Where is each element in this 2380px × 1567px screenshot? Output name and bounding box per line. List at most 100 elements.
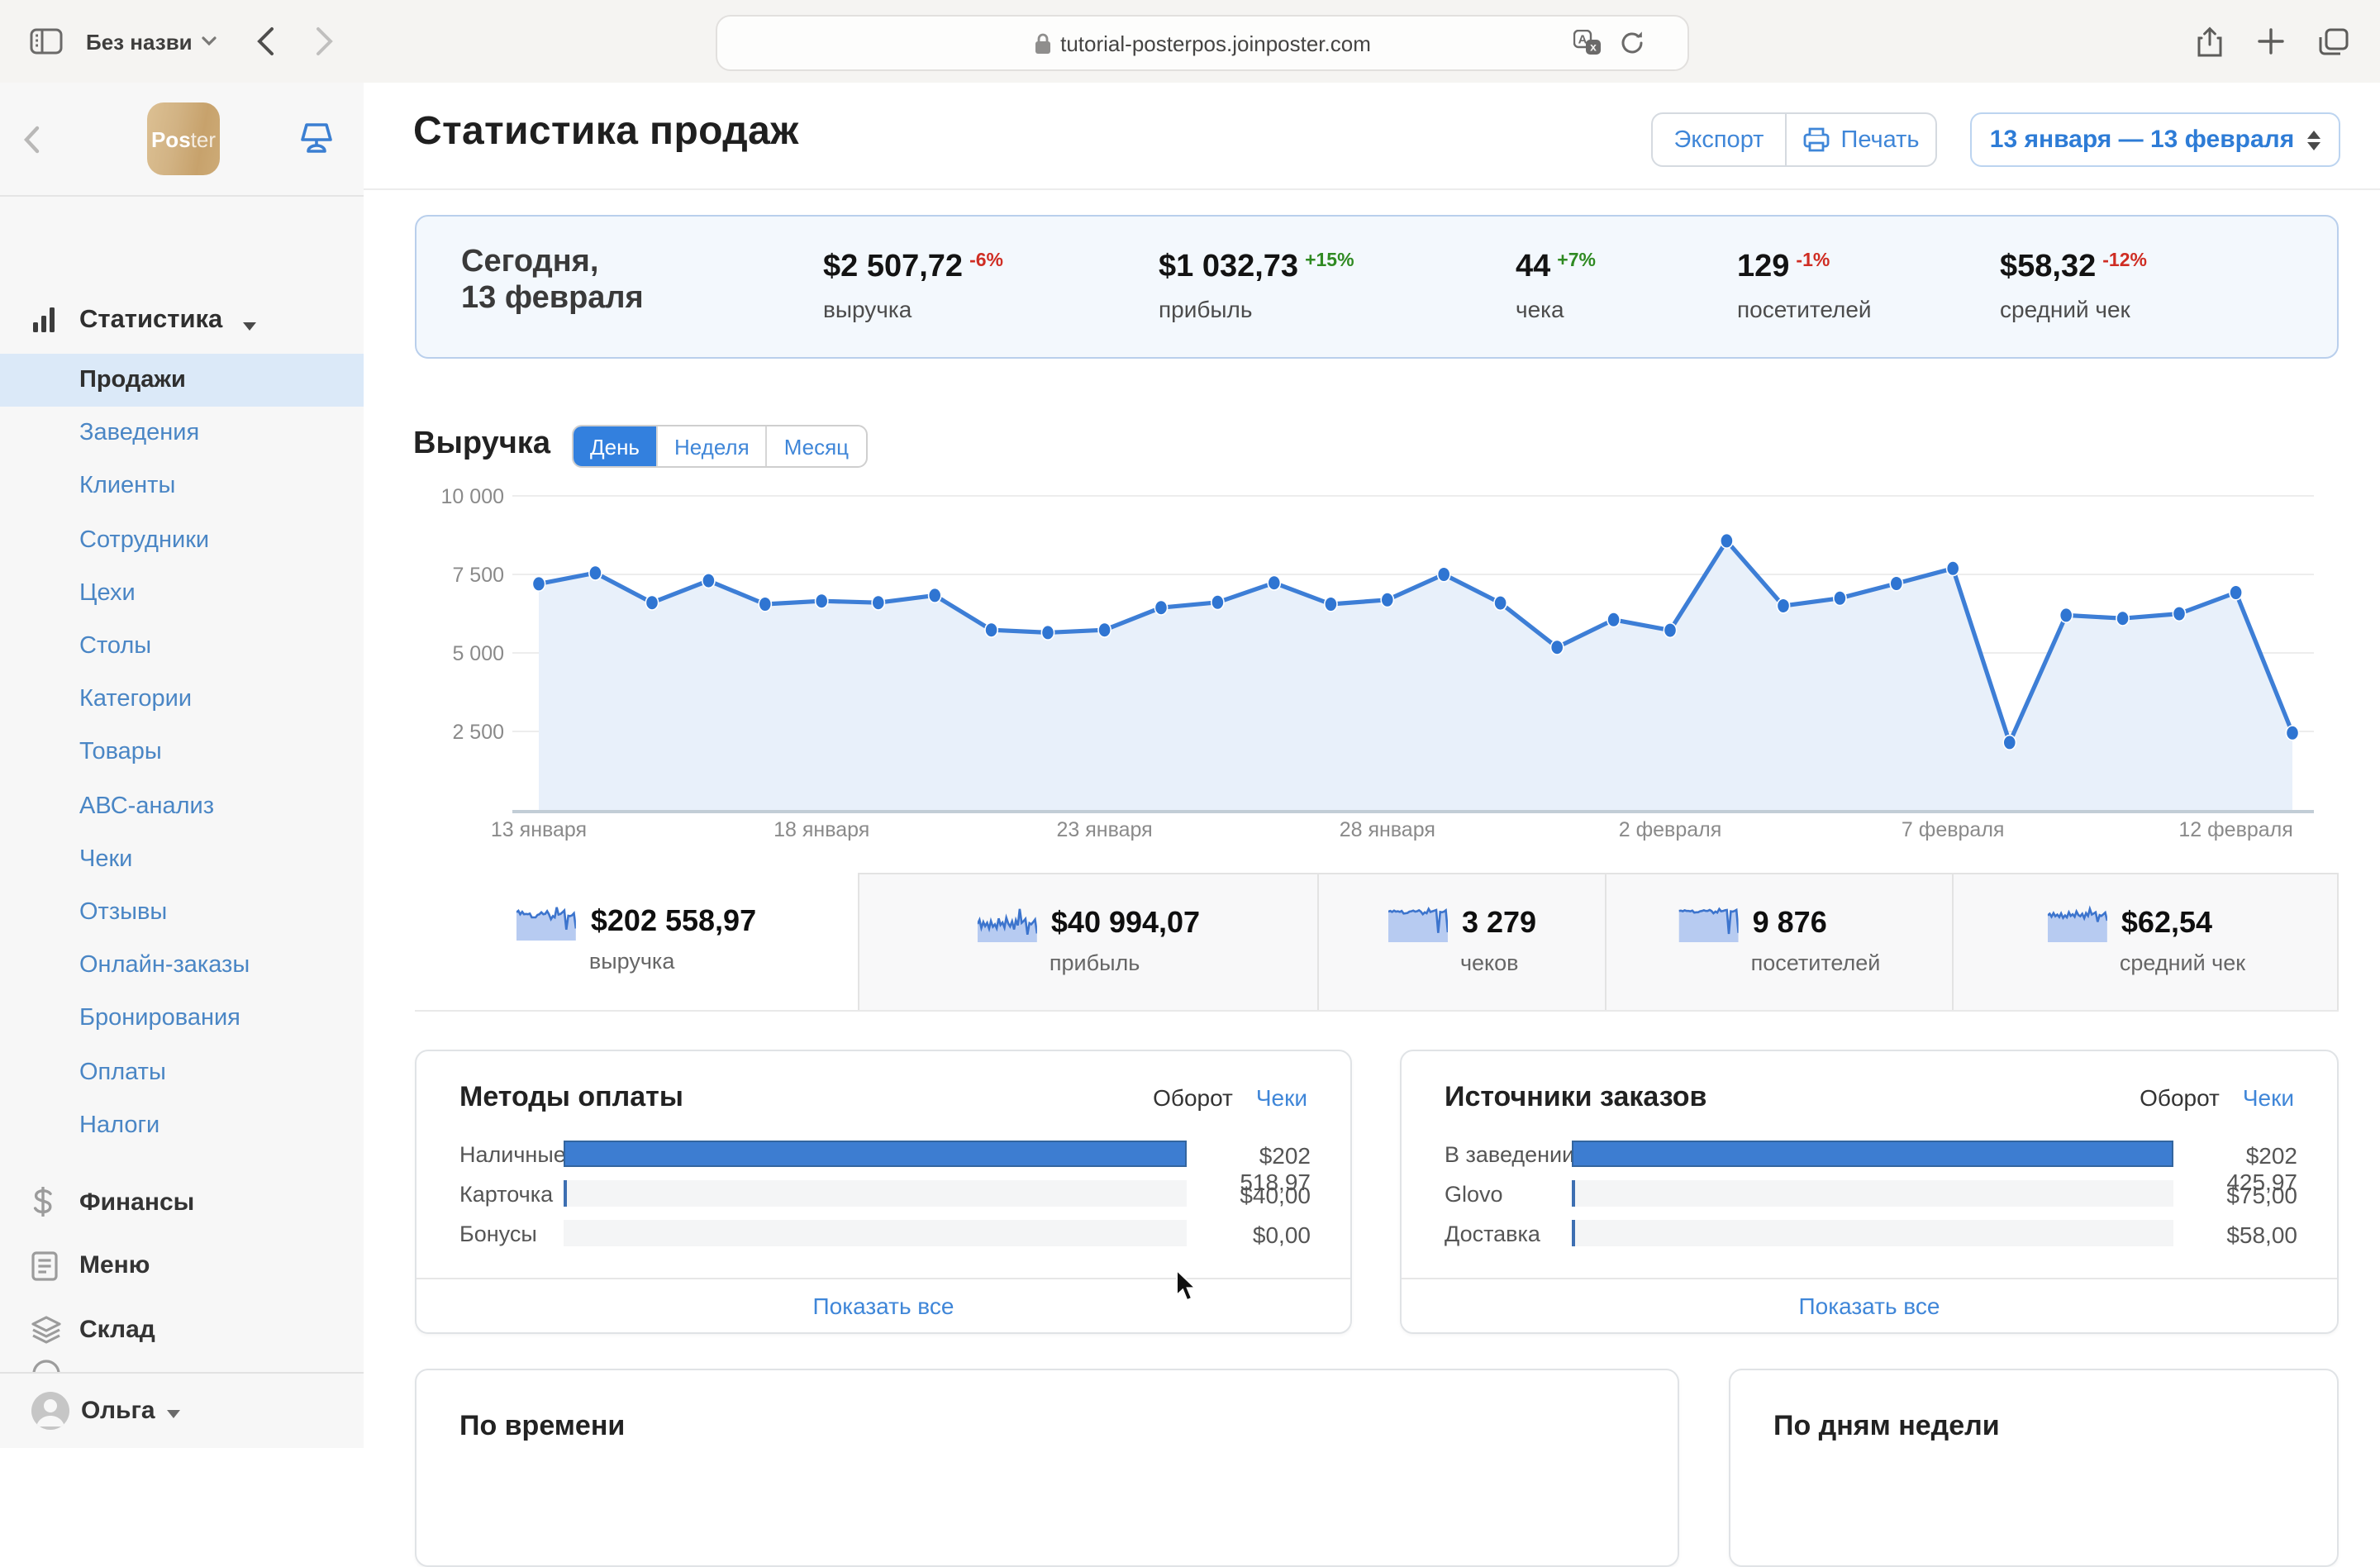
today-stat-выручка: $2 507,72 -6% выручка — [823, 250, 1003, 322]
collapse-sidebar-icon[interactable] — [23, 126, 40, 154]
today-stat-чека: 44 +7% чека — [1516, 250, 1596, 322]
svg-text:12 февраля: 12 февраля — [2178, 818, 2292, 841]
totals-right-border — [2337, 873, 2339, 1010]
total-cell-прибыль[interactable]: $40 994,07 прибыль — [858, 873, 1317, 1010]
new-tab-icon[interactable] — [2249, 0, 2292, 83]
sidebar-item-онлайн-заказы[interactable]: Онлайн-заказы — [0, 939, 364, 992]
sparkline-icon — [1678, 903, 1738, 942]
bar-track — [564, 1180, 1187, 1207]
back-button[interactable] — [245, 0, 284, 83]
browser-toolbar: Без назви tutorial-posterpos.joinposter.… — [0, 0, 2380, 84]
sidebar-section-statistics[interactable]: Статистика — [0, 299, 364, 345]
sidebar-item-налоги[interactable]: Налоги — [0, 1098, 364, 1151]
totals-bottom-border — [415, 1010, 2339, 1012]
share-icon[interactable] — [2188, 0, 2231, 83]
poster-logo-text: Poster — [150, 126, 216, 151]
bar-fill — [1572, 1220, 1575, 1246]
forward-button[interactable] — [304, 0, 344, 83]
date-range-label: 13 января — 13 февраля — [1989, 126, 2295, 154]
date-range-picker[interactable]: 13 января — 13 февраля — [1970, 112, 2340, 167]
svg-text:10 000: 10 000 — [441, 485, 504, 508]
chevron-down-icon — [167, 1410, 180, 1418]
svg-text:x: x — [1590, 40, 1597, 54]
sidebar-item-клиенты[interactable]: Клиенты — [0, 460, 364, 513]
bar-row-Доставка: Доставка $58,00 — [1445, 1220, 2297, 1248]
toggle-turnover[interactable]: Оборот — [1153, 1084, 1233, 1111]
bar-row-Бонусы: Бонусы $0,00 — [459, 1220, 1311, 1248]
sidebar-section-меню[interactable]: Меню — [0, 1234, 364, 1298]
page-title: Статистика продаж — [413, 109, 799, 154]
svg-text:13 января: 13 января — [491, 818, 587, 841]
printer-icon — [1803, 127, 1829, 152]
sidebar-item-столы[interactable]: Столы — [0, 620, 364, 673]
url-text: tutorial-posterpos.joinposter.com — [1060, 31, 1371, 55]
show-all-link[interactable]: Показать все — [1402, 1278, 2337, 1332]
lock-icon — [1035, 32, 1050, 53]
sidebar-item-товары[interactable]: Товары — [0, 726, 364, 779]
toggle-receipts[interactable]: Чеки — [1256, 1084, 1307, 1111]
svg-text:5 000: 5 000 — [452, 642, 504, 665]
bar-track — [564, 1220, 1187, 1246]
today-stat-средний-чек: $58,32 -12% средний чек — [2000, 250, 2147, 322]
print-label: Печать — [1840, 126, 1920, 153]
layers-icon — [31, 1315, 61, 1344]
sidebar-section-склад[interactable]: Склад — [0, 1298, 364, 1361]
period-toggle: День Неделя Месяц — [572, 425, 868, 468]
sidebar-toggle-icon[interactable] — [23, 0, 69, 83]
pos-terminal-icon[interactable] — [298, 122, 336, 155]
svg-text:2 февраля: 2 февраля — [1619, 818, 1722, 841]
sidebar-user[interactable]: Ольга — [0, 1372, 364, 1448]
today-summary-card: Сегодня, 13 февраля $2 507,72 -6% выручка $1… — [415, 215, 2339, 359]
address-bar[interactable]: tutorial-posterpos.joinposter.com A x — [716, 15, 1689, 71]
svg-text:7 февраля: 7 февраля — [1902, 818, 2005, 841]
toggle-turnover[interactable]: Оборот — [2140, 1084, 2220, 1111]
tab-title[interactable]: Без назви — [86, 0, 217, 83]
total-cell-чеков[interactable]: 3 279 чеков — [1317, 873, 1605, 1010]
today-title: Сегодня, 13 февраля — [461, 245, 644, 316]
sidebar-section-финансы[interactable]: Финансы — [0, 1170, 364, 1234]
sidebar-item-продажи[interactable]: Продажи — [0, 354, 364, 407]
poster-logo[interactable]: Poster — [147, 102, 220, 175]
order-sources-title: Источники заказов — [1445, 1081, 1707, 1112]
total-cell-посетителей[interactable]: 9 876 посетителей — [1605, 873, 1952, 1010]
export-button[interactable]: Экспорт — [1653, 114, 1787, 165]
sparkline-icon — [976, 903, 1036, 942]
sidebar-item-авс-анализ[interactable]: АВС-анализ — [0, 779, 364, 832]
sidebar-item-бронирования[interactable]: Бронирования — [0, 993, 364, 1045]
totals-row: $202 558,97 выручка $40 994,07 прибыль 3 279… — [415, 873, 2339, 1012]
period-tab-месяц[interactable]: Месяц — [768, 426, 865, 466]
total-cell-выручка[interactable]: $202 558,97 выручка — [415, 873, 858, 1010]
sidebar-item-цехи[interactable]: Цехи — [0, 567, 364, 620]
sidebar-item-оплаты[interactable]: Оплаты — [0, 1045, 364, 1098]
sidebar-item-заведения[interactable]: Заведения — [0, 407, 364, 460]
statistics-label: Статистика — [79, 306, 223, 334]
tab-overview-icon[interactable] — [2311, 0, 2357, 83]
svg-text:23 января: 23 января — [1057, 818, 1153, 841]
sort-arrows-icon — [2307, 130, 2321, 150]
bar-row-Glovo: Glovo $75,00 — [1445, 1180, 2297, 1208]
sidebar-item-отзывы[interactable]: Отзывы — [0, 886, 364, 939]
period-tab-день[interactable]: День — [574, 426, 658, 466]
bar-track — [1572, 1220, 2173, 1246]
bar-fill — [564, 1141, 1187, 1167]
translate-icon[interactable]: A x — [1573, 30, 1602, 56]
sidebar-item-категории[interactable]: Категории — [0, 673, 364, 726]
bar-fill — [564, 1180, 567, 1207]
sidebar-header: Poster — [0, 83, 364, 197]
toolbar-button-group: Экспорт Печать — [1651, 112, 1937, 167]
show-all-link[interactable]: Показать все — [416, 1278, 1350, 1332]
sidebar-item-сотрудники[interactable]: Сотрудники — [0, 513, 364, 566]
sidebar-item-чеки[interactable]: Чеки — [0, 832, 364, 885]
period-tab-неделя[interactable]: Неделя — [658, 426, 768, 466]
revenue-title: Выручка — [413, 426, 550, 461]
toggle-receipts[interactable]: Чеки — [2243, 1084, 2294, 1111]
app-window: Без назви tutorial-posterpos.joinposter.… — [0, 0, 2380, 1567]
bar-track — [1572, 1141, 2173, 1167]
reload-icon[interactable] — [1620, 30, 1645, 56]
by-weekday-title: По дням недели — [1773, 1410, 2000, 1441]
print-button[interactable]: Печать — [1787, 114, 1935, 165]
today-stat-посетителей: 129 -1% посетителей — [1737, 250, 1872, 322]
total-cell-средний-чек[interactable]: $62,54 средний чек — [1952, 873, 2339, 1010]
revenue-chart: 2 500 5 000 7 500 10 000 13 января 18 января 2… — [413, 483, 2340, 850]
chevron-down-icon — [202, 36, 217, 46]
